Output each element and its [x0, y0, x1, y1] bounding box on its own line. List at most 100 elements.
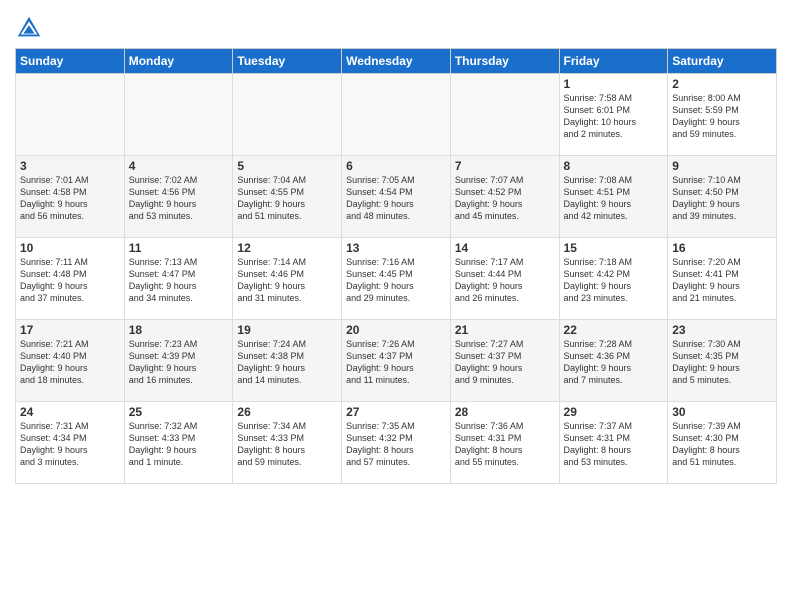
- calendar-day-cell: 9Sunrise: 7:10 AM Sunset: 4:50 PM Daylig…: [668, 156, 777, 238]
- day-info: Sunrise: 7:13 AM Sunset: 4:47 PM Dayligh…: [129, 256, 229, 305]
- day-number: 14: [455, 241, 555, 255]
- calendar-day-cell: 23Sunrise: 7:30 AM Sunset: 4:35 PM Dayli…: [668, 320, 777, 402]
- day-number: 16: [672, 241, 772, 255]
- day-info: Sunrise: 7:28 AM Sunset: 4:36 PM Dayligh…: [564, 338, 664, 387]
- day-number: 19: [237, 323, 337, 337]
- day-info: Sunrise: 7:14 AM Sunset: 4:46 PM Dayligh…: [237, 256, 337, 305]
- day-info: Sunrise: 7:30 AM Sunset: 4:35 PM Dayligh…: [672, 338, 772, 387]
- day-number: 1: [564, 77, 664, 91]
- calendar-day-cell: 8Sunrise: 7:08 AM Sunset: 4:51 PM Daylig…: [559, 156, 668, 238]
- day-info: Sunrise: 7:37 AM Sunset: 4:31 PM Dayligh…: [564, 420, 664, 469]
- calendar-body: 1Sunrise: 7:58 AM Sunset: 6:01 PM Daylig…: [16, 74, 777, 484]
- day-number: 25: [129, 405, 229, 419]
- calendar-day-cell: 28Sunrise: 7:36 AM Sunset: 4:31 PM Dayli…: [450, 402, 559, 484]
- header-day: Thursday: [450, 49, 559, 74]
- calendar-day-cell: 24Sunrise: 7:31 AM Sunset: 4:34 PM Dayli…: [16, 402, 125, 484]
- calendar-day-cell: 20Sunrise: 7:26 AM Sunset: 4:37 PM Dayli…: [342, 320, 451, 402]
- header-day: Wednesday: [342, 49, 451, 74]
- calendar-day-cell: 21Sunrise: 7:27 AM Sunset: 4:37 PM Dayli…: [450, 320, 559, 402]
- day-number: 8: [564, 159, 664, 173]
- day-number: 29: [564, 405, 664, 419]
- day-info: Sunrise: 7:31 AM Sunset: 4:34 PM Dayligh…: [20, 420, 120, 469]
- day-number: 23: [672, 323, 772, 337]
- day-number: 4: [129, 159, 229, 173]
- calendar-day-cell: 27Sunrise: 7:35 AM Sunset: 4:32 PM Dayli…: [342, 402, 451, 484]
- logo: [15, 14, 45, 42]
- day-info: Sunrise: 7:05 AM Sunset: 4:54 PM Dayligh…: [346, 174, 446, 223]
- day-number: 22: [564, 323, 664, 337]
- day-number: 27: [346, 405, 446, 419]
- day-number: 5: [237, 159, 337, 173]
- calendar-day-cell: 3Sunrise: 7:01 AM Sunset: 4:58 PM Daylig…: [16, 156, 125, 238]
- calendar-day-cell: 6Sunrise: 7:05 AM Sunset: 4:54 PM Daylig…: [342, 156, 451, 238]
- day-number: 18: [129, 323, 229, 337]
- calendar-day-cell: [124, 74, 233, 156]
- calendar-day-cell: 19Sunrise: 7:24 AM Sunset: 4:38 PM Dayli…: [233, 320, 342, 402]
- calendar-week-row: 3Sunrise: 7:01 AM Sunset: 4:58 PM Daylig…: [16, 156, 777, 238]
- day-number: 26: [237, 405, 337, 419]
- day-info: Sunrise: 7:26 AM Sunset: 4:37 PM Dayligh…: [346, 338, 446, 387]
- day-number: 20: [346, 323, 446, 337]
- day-number: 11: [129, 241, 229, 255]
- calendar-day-cell: 12Sunrise: 7:14 AM Sunset: 4:46 PM Dayli…: [233, 238, 342, 320]
- page-container: SundayMondayTuesdayWednesdayThursdayFrid…: [0, 0, 792, 489]
- calendar-day-cell: 25Sunrise: 7:32 AM Sunset: 4:33 PM Dayli…: [124, 402, 233, 484]
- day-info: Sunrise: 7:16 AM Sunset: 4:45 PM Dayligh…: [346, 256, 446, 305]
- calendar-day-cell: 16Sunrise: 7:20 AM Sunset: 4:41 PM Dayli…: [668, 238, 777, 320]
- calendar-day-cell: [16, 74, 125, 156]
- day-info: Sunrise: 7:11 AM Sunset: 4:48 PM Dayligh…: [20, 256, 120, 305]
- calendar-day-cell: 29Sunrise: 7:37 AM Sunset: 4:31 PM Dayli…: [559, 402, 668, 484]
- day-info: Sunrise: 7:24 AM Sunset: 4:38 PM Dayligh…: [237, 338, 337, 387]
- calendar-day-cell: 30Sunrise: 7:39 AM Sunset: 4:30 PM Dayli…: [668, 402, 777, 484]
- calendar-day-cell: 14Sunrise: 7:17 AM Sunset: 4:44 PM Dayli…: [450, 238, 559, 320]
- calendar-week-row: 17Sunrise: 7:21 AM Sunset: 4:40 PM Dayli…: [16, 320, 777, 402]
- day-info: Sunrise: 7:27 AM Sunset: 4:37 PM Dayligh…: [455, 338, 555, 387]
- day-info: Sunrise: 7:20 AM Sunset: 4:41 PM Dayligh…: [672, 256, 772, 305]
- day-number: 2: [672, 77, 772, 91]
- day-info: Sunrise: 7:10 AM Sunset: 4:50 PM Dayligh…: [672, 174, 772, 223]
- logo-icon: [15, 14, 43, 42]
- day-info: Sunrise: 7:08 AM Sunset: 4:51 PM Dayligh…: [564, 174, 664, 223]
- day-number: 9: [672, 159, 772, 173]
- day-info: Sunrise: 7:07 AM Sunset: 4:52 PM Dayligh…: [455, 174, 555, 223]
- day-info: Sunrise: 7:39 AM Sunset: 4:30 PM Dayligh…: [672, 420, 772, 469]
- calendar-day-cell: 17Sunrise: 7:21 AM Sunset: 4:40 PM Dayli…: [16, 320, 125, 402]
- calendar-day-cell: 1Sunrise: 7:58 AM Sunset: 6:01 PM Daylig…: [559, 74, 668, 156]
- calendar-day-cell: 5Sunrise: 7:04 AM Sunset: 4:55 PM Daylig…: [233, 156, 342, 238]
- calendar-day-cell: [233, 74, 342, 156]
- day-info: Sunrise: 7:04 AM Sunset: 4:55 PM Dayligh…: [237, 174, 337, 223]
- calendar-header: SundayMondayTuesdayWednesdayThursdayFrid…: [16, 49, 777, 74]
- day-info: Sunrise: 7:36 AM Sunset: 4:31 PM Dayligh…: [455, 420, 555, 469]
- header-day: Sunday: [16, 49, 125, 74]
- day-number: 15: [564, 241, 664, 255]
- calendar-day-cell: [342, 74, 451, 156]
- calendar-day-cell: 22Sunrise: 7:28 AM Sunset: 4:36 PM Dayli…: [559, 320, 668, 402]
- day-number: 6: [346, 159, 446, 173]
- day-number: 17: [20, 323, 120, 337]
- calendar-day-cell: 4Sunrise: 7:02 AM Sunset: 4:56 PM Daylig…: [124, 156, 233, 238]
- day-info: Sunrise: 7:02 AM Sunset: 4:56 PM Dayligh…: [129, 174, 229, 223]
- day-number: 30: [672, 405, 772, 419]
- calendar-day-cell: 13Sunrise: 7:16 AM Sunset: 4:45 PM Dayli…: [342, 238, 451, 320]
- calendar-day-cell: [450, 74, 559, 156]
- day-number: 3: [20, 159, 120, 173]
- header: [15, 10, 777, 42]
- day-info: Sunrise: 8:00 AM Sunset: 5:59 PM Dayligh…: [672, 92, 772, 141]
- calendar-day-cell: 26Sunrise: 7:34 AM Sunset: 4:33 PM Dayli…: [233, 402, 342, 484]
- day-info: Sunrise: 7:32 AM Sunset: 4:33 PM Dayligh…: [129, 420, 229, 469]
- calendar-day-cell: 15Sunrise: 7:18 AM Sunset: 4:42 PM Dayli…: [559, 238, 668, 320]
- day-info: Sunrise: 7:35 AM Sunset: 4:32 PM Dayligh…: [346, 420, 446, 469]
- day-number: 13: [346, 241, 446, 255]
- day-info: Sunrise: 7:17 AM Sunset: 4:44 PM Dayligh…: [455, 256, 555, 305]
- header-day: Saturday: [668, 49, 777, 74]
- day-info: Sunrise: 7:18 AM Sunset: 4:42 PM Dayligh…: [564, 256, 664, 305]
- calendar-day-cell: 11Sunrise: 7:13 AM Sunset: 4:47 PM Dayli…: [124, 238, 233, 320]
- day-info: Sunrise: 7:21 AM Sunset: 4:40 PM Dayligh…: [20, 338, 120, 387]
- day-number: 7: [455, 159, 555, 173]
- calendar-day-cell: 2Sunrise: 8:00 AM Sunset: 5:59 PM Daylig…: [668, 74, 777, 156]
- header-day: Monday: [124, 49, 233, 74]
- day-info: Sunrise: 7:23 AM Sunset: 4:39 PM Dayligh…: [129, 338, 229, 387]
- day-number: 28: [455, 405, 555, 419]
- calendar-week-row: 1Sunrise: 7:58 AM Sunset: 6:01 PM Daylig…: [16, 74, 777, 156]
- day-number: 24: [20, 405, 120, 419]
